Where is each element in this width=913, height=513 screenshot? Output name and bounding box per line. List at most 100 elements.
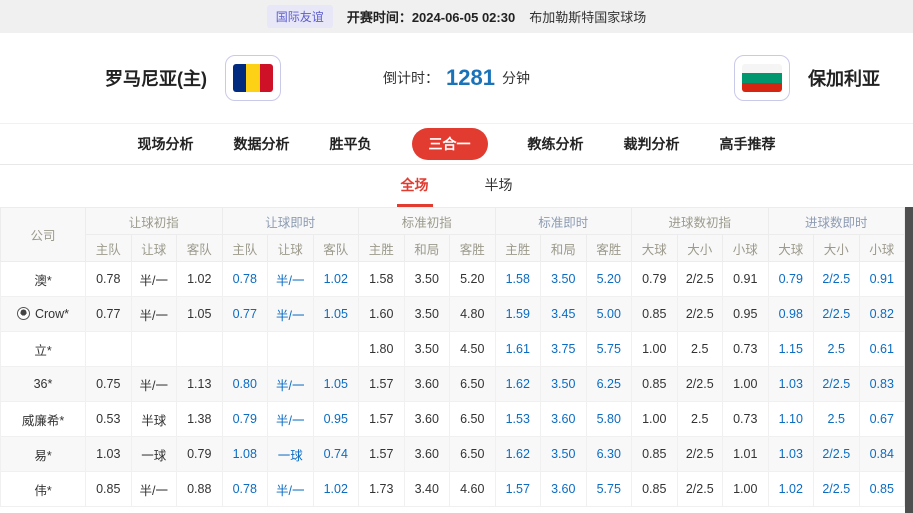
- odds-cell[interactable]: 3.50: [404, 297, 450, 332]
- league-badge[interactable]: 国际友谊: [267, 5, 333, 28]
- odds-cell[interactable]: 2/2.5: [677, 437, 723, 472]
- company-cell[interactable]: 澳*: [1, 262, 86, 297]
- odds-cell[interactable]: 0.77: [222, 297, 268, 332]
- odds-cell[interactable]: 2.5: [814, 332, 860, 367]
- odds-cell[interactable]: 3.50: [404, 332, 450, 367]
- odds-cell[interactable]: 1.00: [632, 402, 678, 437]
- odds-cell[interactable]: 1.02: [313, 472, 359, 507]
- odds-cell[interactable]: 1.03: [86, 437, 132, 472]
- tab-coach-analysis[interactable]: 教练分析: [528, 134, 584, 154]
- odds-cell[interactable]: 0.83: [859, 367, 905, 402]
- odds-cell[interactable]: 3.50: [541, 437, 587, 472]
- odds-cell[interactable]: 5.00: [586, 297, 632, 332]
- odds-cell[interactable]: 1.00: [723, 472, 769, 507]
- tab-data-analysis[interactable]: 数据分析: [234, 134, 290, 154]
- odds-cell[interactable]: 0.74: [313, 437, 359, 472]
- odds-cell[interactable]: 0.85: [632, 297, 678, 332]
- odds-cell[interactable]: 1.58: [359, 262, 405, 297]
- odds-cell[interactable]: 半/一: [131, 472, 177, 507]
- odds-cell[interactable]: 半球: [131, 402, 177, 437]
- odds-cell[interactable]: 1.13: [177, 367, 223, 402]
- odds-cell[interactable]: [268, 332, 314, 367]
- odds-cell[interactable]: 0.85: [86, 472, 132, 507]
- odds-cell[interactable]: 5.75: [586, 472, 632, 507]
- odds-cell[interactable]: 1.73: [359, 472, 405, 507]
- odds-cell[interactable]: 1.08: [222, 437, 268, 472]
- odds-cell[interactable]: 3.50: [404, 262, 450, 297]
- odds-cell[interactable]: 2.5: [677, 332, 723, 367]
- tab-win-draw-lose[interactable]: 胜平负: [330, 134, 372, 154]
- odds-cell[interactable]: 半/一: [268, 472, 314, 507]
- odds-cell[interactable]: 0.79: [632, 262, 678, 297]
- odds-cell[interactable]: 3.60: [404, 367, 450, 402]
- odds-cell[interactable]: 1.03: [768, 437, 814, 472]
- odds-cell[interactable]: 5.20: [586, 262, 632, 297]
- odds-cell[interactable]: 4.60: [450, 472, 496, 507]
- odds-cell[interactable]: 6.50: [450, 437, 496, 472]
- odds-cell[interactable]: 1.62: [495, 367, 541, 402]
- odds-cell[interactable]: 2/2.5: [814, 437, 860, 472]
- odds-cell[interactable]: 0.78: [222, 262, 268, 297]
- odds-cell[interactable]: 2/2.5: [814, 297, 860, 332]
- odds-cell[interactable]: 0.88: [177, 472, 223, 507]
- odds-cell[interactable]: 1.02: [177, 262, 223, 297]
- odds-cell[interactable]: 0.85: [632, 367, 678, 402]
- odds-cell[interactable]: 1.10: [768, 402, 814, 437]
- odds-cell[interactable]: 2/2.5: [677, 297, 723, 332]
- odds-cell[interactable]: 1.53: [495, 402, 541, 437]
- odds-cell[interactable]: 0.78: [222, 472, 268, 507]
- company-cell[interactable]: 立*: [1, 332, 86, 367]
- tab-expert-tips[interactable]: 高手推荐: [720, 134, 776, 154]
- odds-cell[interactable]: 3.60: [404, 402, 450, 437]
- odds-cell[interactable]: 1.05: [177, 297, 223, 332]
- odds-cell[interactable]: 0.73: [723, 402, 769, 437]
- odds-cell[interactable]: [222, 332, 268, 367]
- odds-cell[interactable]: 1.59: [495, 297, 541, 332]
- odds-cell[interactable]: 0.79: [768, 262, 814, 297]
- odds-cell[interactable]: 0.91: [859, 262, 905, 297]
- odds-cell[interactable]: 0.78: [86, 262, 132, 297]
- odds-cell[interactable]: 3.60: [404, 437, 450, 472]
- odds-cell[interactable]: 0.95: [313, 402, 359, 437]
- odds-cell[interactable]: 0.67: [859, 402, 905, 437]
- odds-cell[interactable]: 1.60: [359, 297, 405, 332]
- odds-cell[interactable]: 1.00: [632, 332, 678, 367]
- odds-cell[interactable]: 4.80: [450, 297, 496, 332]
- odds-cell[interactable]: 0.85: [859, 472, 905, 507]
- odds-cell[interactable]: 6.25: [586, 367, 632, 402]
- odds-cell[interactable]: 1.05: [313, 367, 359, 402]
- tab-live-analysis[interactable]: 现场分析: [138, 134, 194, 154]
- odds-cell[interactable]: 1.05: [313, 297, 359, 332]
- odds-cell[interactable]: 0.95: [723, 297, 769, 332]
- odds-cell[interactable]: 1.57: [359, 437, 405, 472]
- odds-cell[interactable]: 6.30: [586, 437, 632, 472]
- company-cell[interactable]: 36*: [1, 367, 86, 402]
- odds-cell[interactable]: 6.50: [450, 402, 496, 437]
- odds-cell[interactable]: 0.85: [632, 437, 678, 472]
- odds-cell[interactable]: 0.98: [768, 297, 814, 332]
- odds-cell[interactable]: 3.50: [541, 367, 587, 402]
- odds-cell[interactable]: 半/一: [268, 402, 314, 437]
- odds-cell[interactable]: 1.01: [723, 437, 769, 472]
- odds-cell[interactable]: 1.02: [313, 262, 359, 297]
- odds-cell[interactable]: 1.58: [495, 262, 541, 297]
- odds-cell[interactable]: [86, 332, 132, 367]
- odds-cell[interactable]: 2.5: [677, 402, 723, 437]
- odds-cell[interactable]: 3.60: [541, 402, 587, 437]
- odds-cell[interactable]: 0.53: [86, 402, 132, 437]
- vertical-scrollbar[interactable]: [905, 207, 913, 513]
- odds-cell[interactable]: 6.50: [450, 367, 496, 402]
- odds-cell[interactable]: 一球: [268, 437, 314, 472]
- odds-cell[interactable]: 2/2.5: [814, 262, 860, 297]
- odds-cell[interactable]: 1.00: [723, 367, 769, 402]
- odds-cell[interactable]: 3.50: [541, 262, 587, 297]
- odds-cell[interactable]: 半/一: [268, 262, 314, 297]
- odds-cell[interactable]: 半/一: [131, 367, 177, 402]
- subtab-half-match[interactable]: 半场: [481, 165, 517, 207]
- odds-cell[interactable]: 0.75: [86, 367, 132, 402]
- odds-cell[interactable]: 一球: [131, 437, 177, 472]
- odds-cell[interactable]: 0.73: [723, 332, 769, 367]
- odds-cell[interactable]: [131, 332, 177, 367]
- odds-cell[interactable]: 1.80: [359, 332, 405, 367]
- odds-cell[interactable]: 半/一: [268, 297, 314, 332]
